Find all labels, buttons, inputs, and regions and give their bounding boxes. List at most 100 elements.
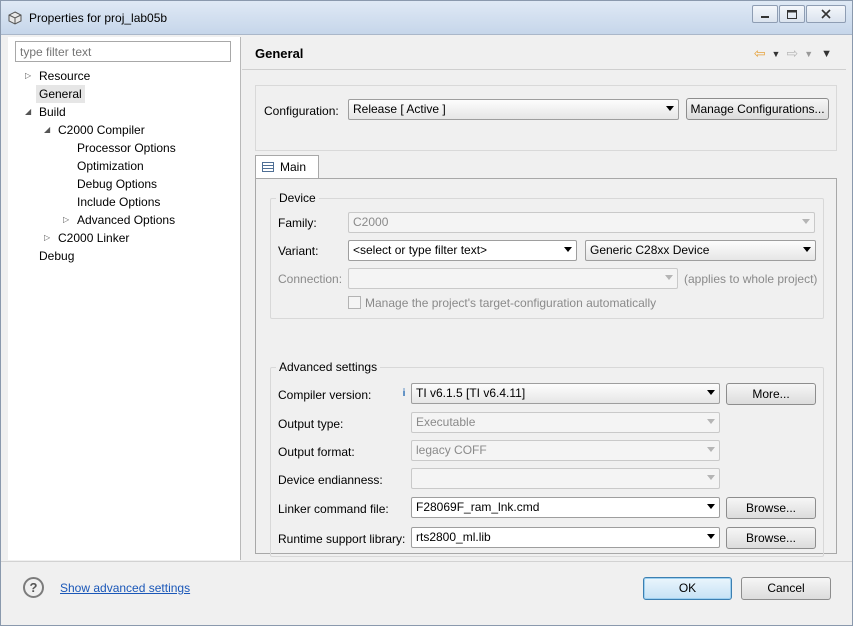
expand-arrow-icon[interactable]: ▷: [44, 229, 54, 247]
variant-select[interactable]: Generic C28xx Device: [585, 240, 816, 261]
dropdown-arrow-icon: [665, 275, 673, 280]
output-type-select[interactable]: Executable: [411, 412, 720, 433]
configuration-box: Configuration: Release [ Active ] Manage…: [255, 85, 837, 151]
footer-divider: [1, 561, 852, 562]
dropdown-arrow-icon: [707, 419, 715, 424]
output-type-value: Executable: [416, 415, 476, 429]
show-advanced-settings-link[interactable]: Show advanced settings: [60, 581, 190, 595]
variant-filter-select[interactable]: <select or type filter text>: [348, 240, 577, 261]
tree-item-label: Processor Options: [77, 141, 176, 155]
rts-label: Runtime support library:: [278, 532, 406, 546]
configuration-value: Release [ Active ]: [353, 102, 446, 116]
compiler-version-select[interactable]: TI v6.1.5 [TI v6.4.11]: [411, 383, 720, 404]
output-type-label: Output type:: [278, 417, 344, 431]
connection-label: Connection:: [278, 272, 343, 286]
family-select[interactable]: C2000: [348, 212, 815, 233]
collapse-arrow-icon[interactable]: ◢: [44, 121, 54, 139]
connection-select[interactable]: [348, 268, 678, 289]
maximize-icon: [787, 9, 797, 19]
linker-cmd-value: F28069F_ram_lnk.cmd: [416, 500, 540, 514]
chevron-down-icon[interactable]: ▼: [804, 49, 813, 59]
ok-button[interactable]: OK: [643, 577, 732, 600]
manage-target-label: Manage the project's target-configuratio…: [365, 296, 657, 310]
window-controls: [751, 5, 846, 23]
variant-label: Variant:: [278, 244, 319, 258]
device-group: Device Family: C2000 Variant: <select or…: [270, 191, 824, 319]
tree-item-label: Build: [39, 105, 66, 119]
configuration-select[interactable]: Release [ Active ]: [348, 99, 679, 120]
variant-value: Generic C28xx Device: [590, 243, 710, 257]
properties-dialog: Properties for proj_lab05b ▷ Resource Ge…: [0, 0, 853, 626]
tree-item-label: General: [36, 85, 85, 103]
expand-arrow-icon[interactable]: ▷: [25, 67, 35, 85]
close-button[interactable]: [806, 5, 846, 23]
browse-linker-button[interactable]: Browse...: [726, 497, 816, 519]
tree-item-label: Resource: [39, 69, 91, 83]
tree-item-label: C2000 Linker: [58, 231, 130, 245]
dropdown-arrow-icon: [803, 247, 811, 252]
dropdown-arrow-icon: [707, 475, 715, 480]
window-title: Properties for proj_lab05b: [29, 11, 168, 25]
advanced-settings-title: Advanced settings: [276, 360, 381, 374]
dropdown-arrow-icon: [666, 106, 674, 111]
output-format-label: Output format:: [278, 445, 355, 459]
property-page: General ⇦ ▼ ⇨ ▼ ▼ Configuration: Release…: [242, 37, 846, 560]
page-title: General: [255, 46, 304, 61]
tab-main-content: Device Family: C2000 Variant: <select or…: [255, 178, 837, 557]
family-label: Family:: [278, 216, 317, 230]
compiler-version-label: Compiler version:: [278, 388, 372, 402]
divider: [242, 69, 846, 70]
browse-rts-button[interactable]: Browse...: [726, 527, 816, 549]
chevron-down-icon[interactable]: ▼: [772, 49, 781, 59]
expand-arrow-icon[interactable]: ▷: [63, 211, 73, 229]
output-format-value: legacy COFF: [416, 443, 487, 457]
tab-label: Main: [280, 160, 307, 174]
info-icon: i: [402, 388, 406, 399]
collapse-arrow-icon[interactable]: ◢: [25, 103, 35, 121]
manage-target-checkbox[interactable]: [348, 296, 361, 309]
view-menu-icon[interactable]: ▼: [821, 48, 832, 60]
compiler-version-value: TI v6.1.5 [TI v6.4.11]: [416, 386, 526, 400]
tree-item-label: Advanced Options: [77, 213, 176, 227]
configuration-label: Configuration:: [264, 104, 339, 118]
dropdown-arrow-icon: [707, 447, 715, 452]
dropdown-arrow-icon: [707, 534, 715, 539]
close-icon: [821, 9, 831, 19]
table-icon: [262, 162, 274, 172]
back-arrow-icon[interactable]: ⇦: [754, 45, 766, 62]
manage-configurations-button[interactable]: Manage Configurations...: [686, 98, 829, 120]
connection-note: (applies to whole project): [684, 272, 818, 286]
app-cube-icon: [8, 11, 22, 25]
title-bar: Properties for proj_lab05b: [1, 1, 852, 35]
advanced-settings-group: Advanced settings Compiler version: i TI…: [270, 360, 824, 557]
minimize-button[interactable]: [752, 5, 778, 23]
tree-item-label: Debug: [39, 249, 75, 263]
tree-item-label: Optimization: [77, 159, 144, 173]
minimize-icon: [761, 16, 769, 18]
tree-item-label: C2000 Compiler: [58, 123, 145, 137]
tree-filter-input[interactable]: [15, 41, 231, 62]
maximize-button[interactable]: [779, 5, 805, 23]
dropdown-arrow-icon: [802, 219, 810, 224]
variant-filter-value: <select or type filter text>: [353, 243, 488, 257]
output-format-select[interactable]: legacy COFF: [411, 440, 720, 461]
forward-arrow-icon[interactable]: ⇨: [786, 45, 798, 62]
more-button[interactable]: More...: [726, 383, 816, 405]
endianness-select[interactable]: [411, 468, 720, 489]
endianness-label: Device endianness:: [278, 473, 383, 487]
linker-cmd-select[interactable]: F28069F_ram_lnk.cmd: [411, 497, 720, 518]
history-nav: ⇦ ▼ ⇨ ▼ ▼: [748, 45, 832, 62]
tree-item-label: Include Options: [77, 195, 161, 209]
tab-main[interactable]: Main: [255, 155, 319, 179]
dropdown-arrow-icon: [707, 390, 715, 395]
dropdown-arrow-icon: [564, 247, 572, 252]
dropdown-arrow-icon: [707, 504, 715, 509]
rts-select[interactable]: rts2800_ml.lib: [411, 527, 720, 548]
tree-item-label: Debug Options: [77, 177, 158, 191]
rts-value: rts2800_ml.lib: [416, 530, 491, 544]
property-tree-panel: ▷ Resource General ◢ Build ◢ C2000 Compi…: [8, 37, 241, 560]
cancel-button[interactable]: Cancel: [741, 577, 831, 600]
family-value: C2000: [353, 215, 389, 229]
linker-cmd-label: Linker command file:: [278, 502, 389, 516]
help-icon[interactable]: ?: [23, 577, 44, 598]
